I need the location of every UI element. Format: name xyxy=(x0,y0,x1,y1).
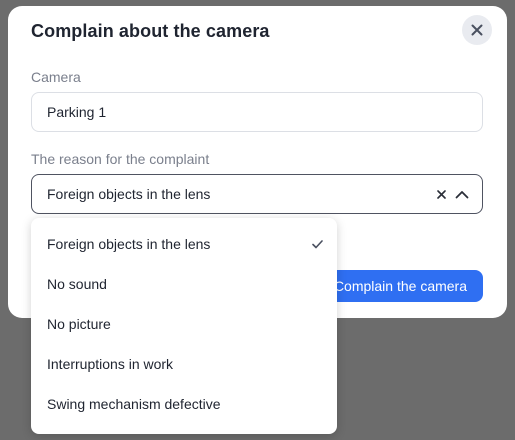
complain-button[interactable]: Complain the camera xyxy=(318,270,483,302)
check-icon xyxy=(311,238,323,250)
dropdown-item-label: Swing mechanism defective xyxy=(47,396,221,412)
camera-field-value: Parking 1 xyxy=(47,104,107,120)
camera-label: Camera xyxy=(31,69,81,85)
modal-title: Complain about the camera xyxy=(31,21,270,41)
reason-dropdown: Foreign objects in the lens No sound No … xyxy=(31,218,337,434)
clear-icon[interactable] xyxy=(434,187,448,201)
dropdown-item-label: Interruptions in work xyxy=(47,356,174,372)
dropdown-item[interactable]: No sound xyxy=(31,264,337,304)
dropdown-item-label: No sound xyxy=(47,276,107,292)
close-button[interactable] xyxy=(462,15,492,45)
chevron-up-icon[interactable] xyxy=(454,186,470,202)
dropdown-item[interactable]: Foreign objects in the lens xyxy=(31,224,337,264)
dropdown-item-label: No picture xyxy=(47,316,111,332)
complain-button-label: Complain the camera xyxy=(333,278,467,294)
reason-select[interactable]: Foreign objects in the lens xyxy=(31,174,483,214)
dropdown-item[interactable]: Swing mechanism defective xyxy=(31,384,337,424)
camera-field[interactable]: Parking 1 xyxy=(31,92,483,132)
reason-label: The reason for the complaint xyxy=(31,151,210,167)
dropdown-item-label: Foreign objects in the lens xyxy=(47,236,211,252)
reason-select-value: Foreign objects in the lens xyxy=(47,186,211,202)
close-icon xyxy=(471,24,483,36)
dropdown-item[interactable]: No picture xyxy=(31,304,337,344)
dropdown-item[interactable]: Interruptions in work xyxy=(31,344,337,384)
